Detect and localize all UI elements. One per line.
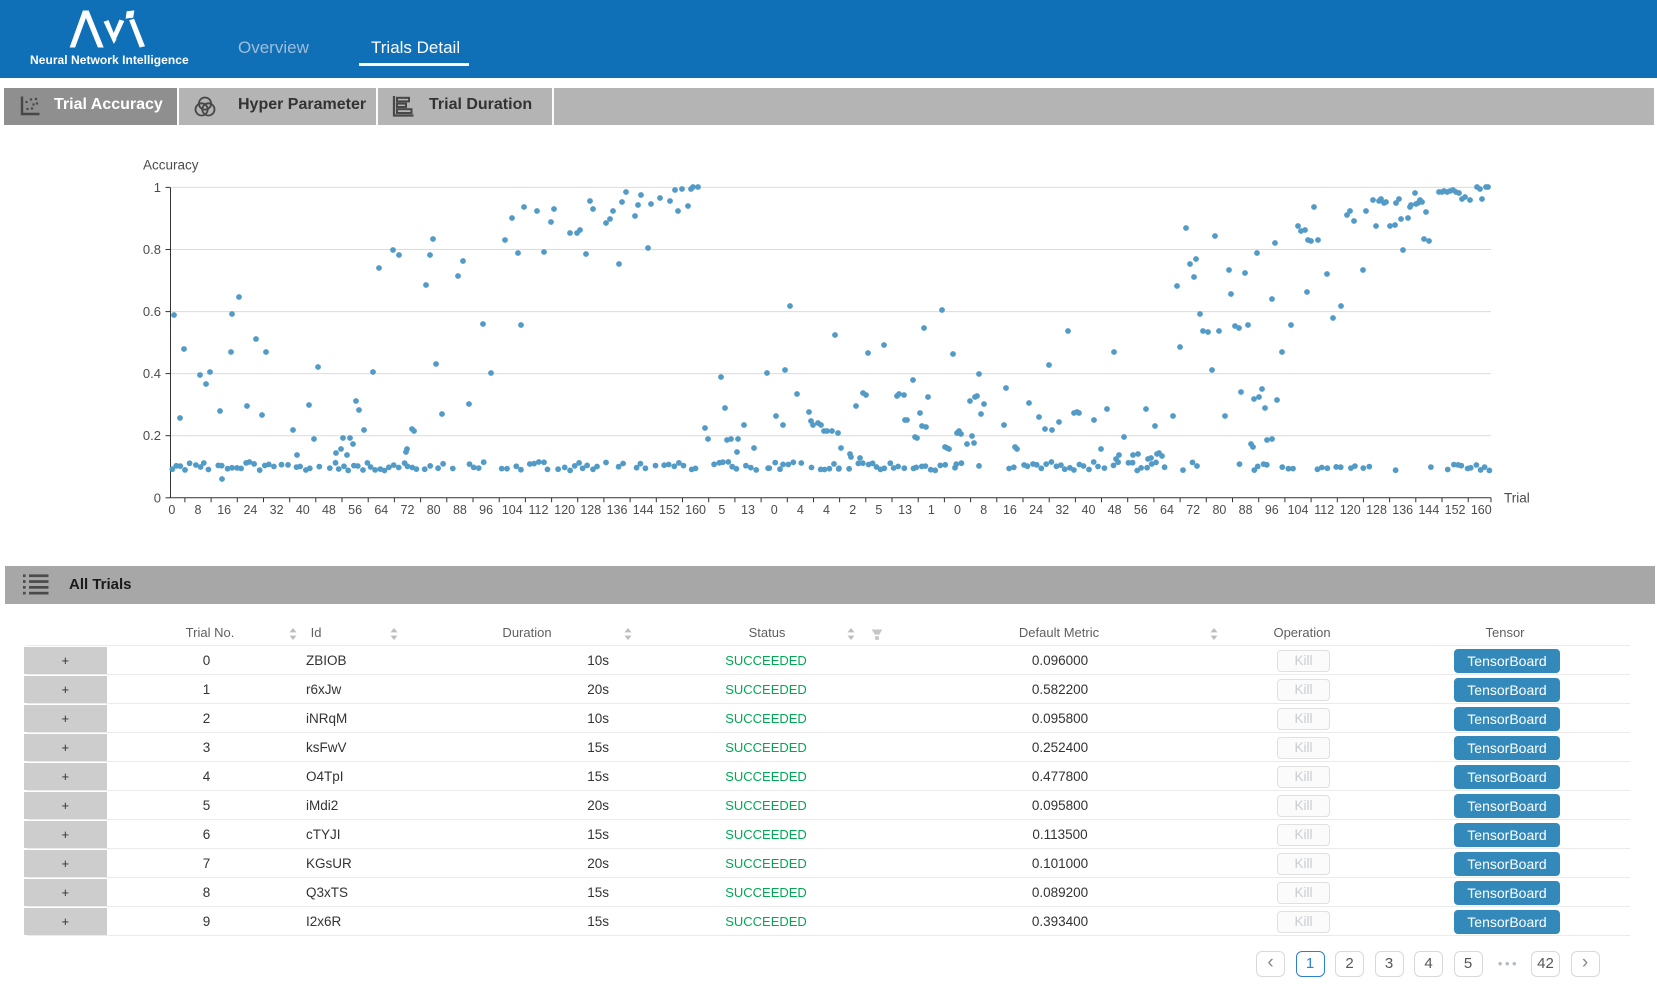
svg-text:112: 112 (1314, 503, 1334, 517)
svg-text:144: 144 (1418, 503, 1439, 517)
svg-text:0: 0 (771, 503, 778, 517)
svg-text:24: 24 (243, 503, 257, 517)
svg-text:160: 160 (1471, 503, 1492, 517)
svg-text:Accuracy: Accuracy (143, 158, 199, 173)
svg-text:1: 1 (928, 503, 935, 517)
svg-text:5: 5 (875, 503, 882, 517)
svg-text:80: 80 (427, 503, 441, 517)
svg-text:8: 8 (980, 503, 987, 517)
svg-text:56: 56 (1134, 503, 1148, 517)
svg-text:16: 16 (217, 503, 231, 517)
svg-text:48: 48 (1108, 503, 1122, 517)
svg-text:0: 0 (954, 503, 961, 517)
svg-text:4: 4 (797, 503, 804, 517)
svg-text:13: 13 (898, 503, 912, 517)
svg-text:88: 88 (453, 503, 467, 517)
svg-text:Trial: Trial (1504, 491, 1530, 506)
svg-text:13: 13 (741, 503, 755, 517)
svg-text:0.8: 0.8 (143, 242, 161, 257)
svg-text:80: 80 (1212, 503, 1226, 517)
svg-text:0: 0 (154, 490, 161, 505)
svg-text:160: 160 (685, 503, 706, 517)
svg-text:0.4: 0.4 (143, 366, 161, 381)
svg-text:32: 32 (1055, 503, 1069, 517)
svg-text:128: 128 (1366, 503, 1387, 517)
svg-text:40: 40 (296, 503, 310, 517)
svg-text:4: 4 (823, 503, 830, 517)
svg-text:120: 120 (1340, 503, 1361, 517)
svg-text:2: 2 (849, 503, 856, 517)
svg-text:144: 144 (633, 503, 654, 517)
svg-text:104: 104 (502, 503, 523, 517)
svg-text:8: 8 (195, 503, 202, 517)
svg-text:152: 152 (1445, 503, 1466, 517)
svg-text:0: 0 (168, 503, 175, 517)
svg-text:48: 48 (322, 503, 336, 517)
svg-text:96: 96 (1265, 503, 1279, 517)
svg-text:24: 24 (1029, 503, 1043, 517)
svg-text:72: 72 (401, 503, 415, 517)
svg-text:128: 128 (580, 503, 601, 517)
svg-text:112: 112 (529, 503, 549, 517)
svg-text:136: 136 (607, 503, 628, 517)
svg-text:64: 64 (374, 503, 388, 517)
svg-text:120: 120 (554, 503, 575, 517)
svg-text:5: 5 (718, 503, 725, 517)
svg-text:56: 56 (348, 503, 362, 517)
svg-text:40: 40 (1082, 503, 1096, 517)
svg-text:64: 64 (1160, 503, 1174, 517)
svg-text:0.6: 0.6 (143, 304, 161, 319)
svg-text:72: 72 (1186, 503, 1200, 517)
svg-text:136: 136 (1392, 503, 1413, 517)
svg-text:1: 1 (154, 180, 161, 195)
svg-text:152: 152 (659, 503, 680, 517)
svg-text:88: 88 (1239, 503, 1253, 517)
svg-text:32: 32 (270, 503, 284, 517)
svg-text:0.2: 0.2 (143, 428, 161, 443)
svg-text:104: 104 (1288, 503, 1309, 517)
svg-text:16: 16 (1003, 503, 1017, 517)
svg-text:96: 96 (479, 503, 493, 517)
